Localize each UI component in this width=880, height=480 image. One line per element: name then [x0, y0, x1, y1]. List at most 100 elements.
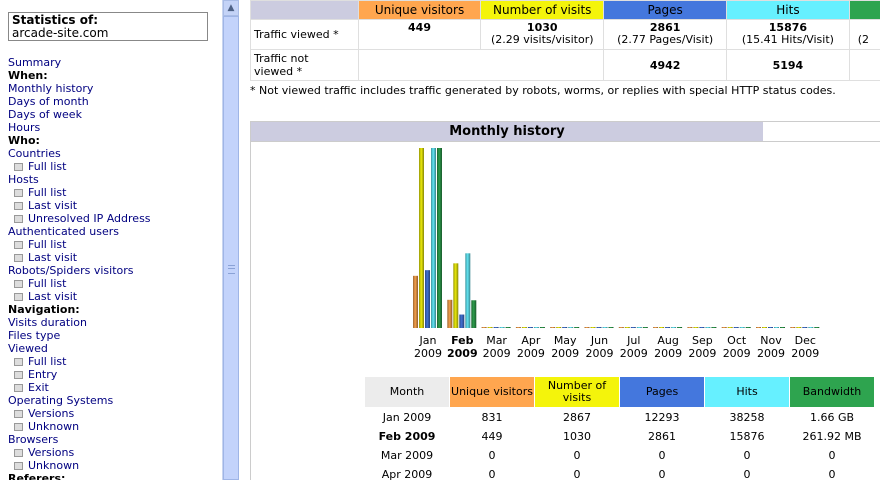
sidebar-link[interactable]: Hosts	[8, 173, 151, 186]
sidebar-link[interactable]: Browsers	[8, 433, 151, 446]
bar-bandwidth-feb	[471, 300, 477, 328]
sidebar-nav: Summary When: Monthly history Days of month…	[8, 56, 151, 480]
cell-visits: 0	[573, 467, 581, 480]
monthly-table-body: Jan 2009 831 2867 12293 38258 1.66 GB Feb 2009…	[365, 408, 874, 480]
main-content: Unique visitors Number of visits Pages H…	[240, 0, 880, 480]
sidebar-subitem[interactable]: Full list	[8, 186, 151, 199]
cell-hits: 38258	[729, 410, 765, 424]
bar-visits-sep	[693, 327, 699, 328]
sidebar-link[interactable]: Viewed	[8, 342, 151, 355]
sidebar-subitem[interactable]: Exit	[8, 381, 151, 394]
sidebar-subitem[interactable]: Full list	[8, 160, 151, 173]
sidebar-subitem[interactable]: Versions	[8, 446, 151, 459]
sidebar-subitem[interactable]: Full list	[8, 238, 151, 251]
scroll-up-arrow-icon[interactable]: ▲	[223, 0, 239, 16]
cell-visits: 1030	[563, 429, 591, 443]
sidebar-subitem-label: Last visit	[28, 199, 78, 212]
sidebar-scrollbar[interactable]: ▲	[222, 0, 239, 480]
bar-unique-jul	[618, 327, 624, 328]
sidebar-subitem[interactable]: Unresolved IP Address	[8, 212, 151, 225]
sidebar-link[interactable]: Operating Systems	[8, 394, 151, 407]
sidebar-subitem-label: Full list	[28, 277, 67, 290]
bar-bandwidth-nov	[780, 327, 785, 328]
bar-unique-mar	[481, 327, 487, 328]
sidebar-link-label: Operating Systems	[8, 394, 114, 407]
subpage-icon	[14, 189, 23, 197]
bar-pages-feb	[459, 314, 465, 328]
bar-unique-may	[550, 327, 556, 328]
sidebar-heading-label: Who:	[8, 134, 40, 147]
bar-unique-jan	[413, 275, 418, 328]
sidebar-subitem[interactable]: Versions	[8, 407, 151, 420]
bar-bandwidth-apr	[539, 327, 545, 328]
sidebar-link[interactable]: Authenticated users	[8, 225, 151, 238]
sidebar-heading: Who:	[8, 134, 151, 147]
sidebar-link-label: Hosts	[8, 173, 39, 186]
sidebar-link[interactable]: Days of month	[8, 95, 151, 108]
sidebar-link[interactable]: Monthly history	[8, 82, 151, 95]
x-tick-month: Feb	[451, 334, 474, 347]
sidebar-subitem[interactable]: Full list	[8, 277, 151, 290]
col-hits: Hits	[705, 377, 789, 407]
subpage-icon	[14, 384, 23, 392]
sidebar-link[interactable]: Hours	[8, 121, 151, 134]
cell-pages: 0	[658, 448, 666, 462]
x-tick-year: 2009	[586, 347, 614, 360]
subpage-icon	[14, 163, 23, 171]
sidebar-link-label: Viewed	[8, 342, 48, 355]
sidebar-link[interactable]: Countries	[8, 147, 151, 160]
monthly-table: Month Unique visitors Number of visits P…	[364, 376, 875, 480]
cell-hits: 0	[743, 467, 751, 480]
scrollbar-thumb[interactable]	[223, 16, 239, 480]
sidebar-subitem[interactable]: Unknown	[8, 459, 151, 472]
cell-month: Jan 2009	[382, 410, 432, 424]
bar-visits-aug	[659, 327, 665, 328]
sidebar-subitem-label: Unresolved IP Address	[28, 212, 151, 225]
col-unique-visitors: Unique visitors	[450, 377, 534, 407]
sidebar-subitem[interactable]: Last visit	[8, 251, 151, 264]
sidebar-subitem[interactable]: Full list	[8, 355, 151, 368]
bar-visits-jul	[624, 327, 630, 328]
x-tick-year: 2009	[517, 347, 545, 360]
cell-month: Feb 2009	[378, 429, 436, 443]
sidebar-link[interactable]: Robots/Spiders visitors	[8, 264, 151, 277]
bar-bandwidth-jun	[608, 327, 614, 328]
sidebar-subitem[interactable]: Unknown	[8, 420, 151, 433]
sidebar-heading: Referers:	[8, 472, 151, 480]
sidebar-link-label: Monthly history	[8, 82, 94, 95]
sidebar-link-label: Summary	[8, 56, 62, 69]
sidebar-subitem[interactable]: Last visit	[8, 199, 151, 212]
sidebar-subitem-label: Entry	[28, 368, 58, 381]
bar-hits-feb	[465, 253, 471, 328]
bar-hits-dec	[808, 327, 814, 328]
cell-bandwidth: 1.66 GB	[809, 410, 855, 424]
x-tick-year: 2009	[757, 347, 785, 360]
subpage-icon	[14, 215, 23, 223]
sidebar-subitem[interactable]: Last visit	[8, 290, 151, 303]
sidebar-link-label: Files type	[8, 329, 61, 342]
bar-visits-jun	[590, 327, 596, 328]
sidebar-subitem-label: Full list	[28, 186, 67, 199]
bar-visits-feb	[453, 263, 459, 328]
sidebar-link[interactable]: Summary	[8, 56, 151, 69]
sidebar-subitem-label: Versions	[28, 407, 75, 420]
bar-unique-oct	[721, 327, 727, 328]
bar-hits-jun	[602, 327, 608, 328]
sidebar-link[interactable]: Files type	[8, 329, 151, 342]
sidebar-subitem-label: Full list	[28, 160, 67, 173]
bar-hits-may	[568, 327, 574, 328]
subpage-icon	[14, 241, 23, 249]
bar-hits-mar	[499, 327, 505, 328]
x-tick-year: 2009	[791, 347, 819, 360]
x-tick-year: 2009	[688, 347, 716, 360]
cell-bandwidth: 261.92 MB	[802, 429, 862, 443]
sidebar-link-label: Countries	[8, 147, 61, 160]
cell-visits: 0	[573, 448, 581, 462]
subpage-icon	[14, 254, 23, 262]
sidebar-subitem[interactable]: Entry	[8, 368, 151, 381]
sidebar-heading-label: Navigation:	[8, 303, 80, 316]
sidebar-link[interactable]: Days of week	[8, 108, 151, 121]
col-bandwidth: Bandwidth	[790, 377, 874, 407]
x-tick-year: 2009	[414, 347, 442, 360]
sidebar-link[interactable]: Visits duration	[8, 316, 151, 329]
